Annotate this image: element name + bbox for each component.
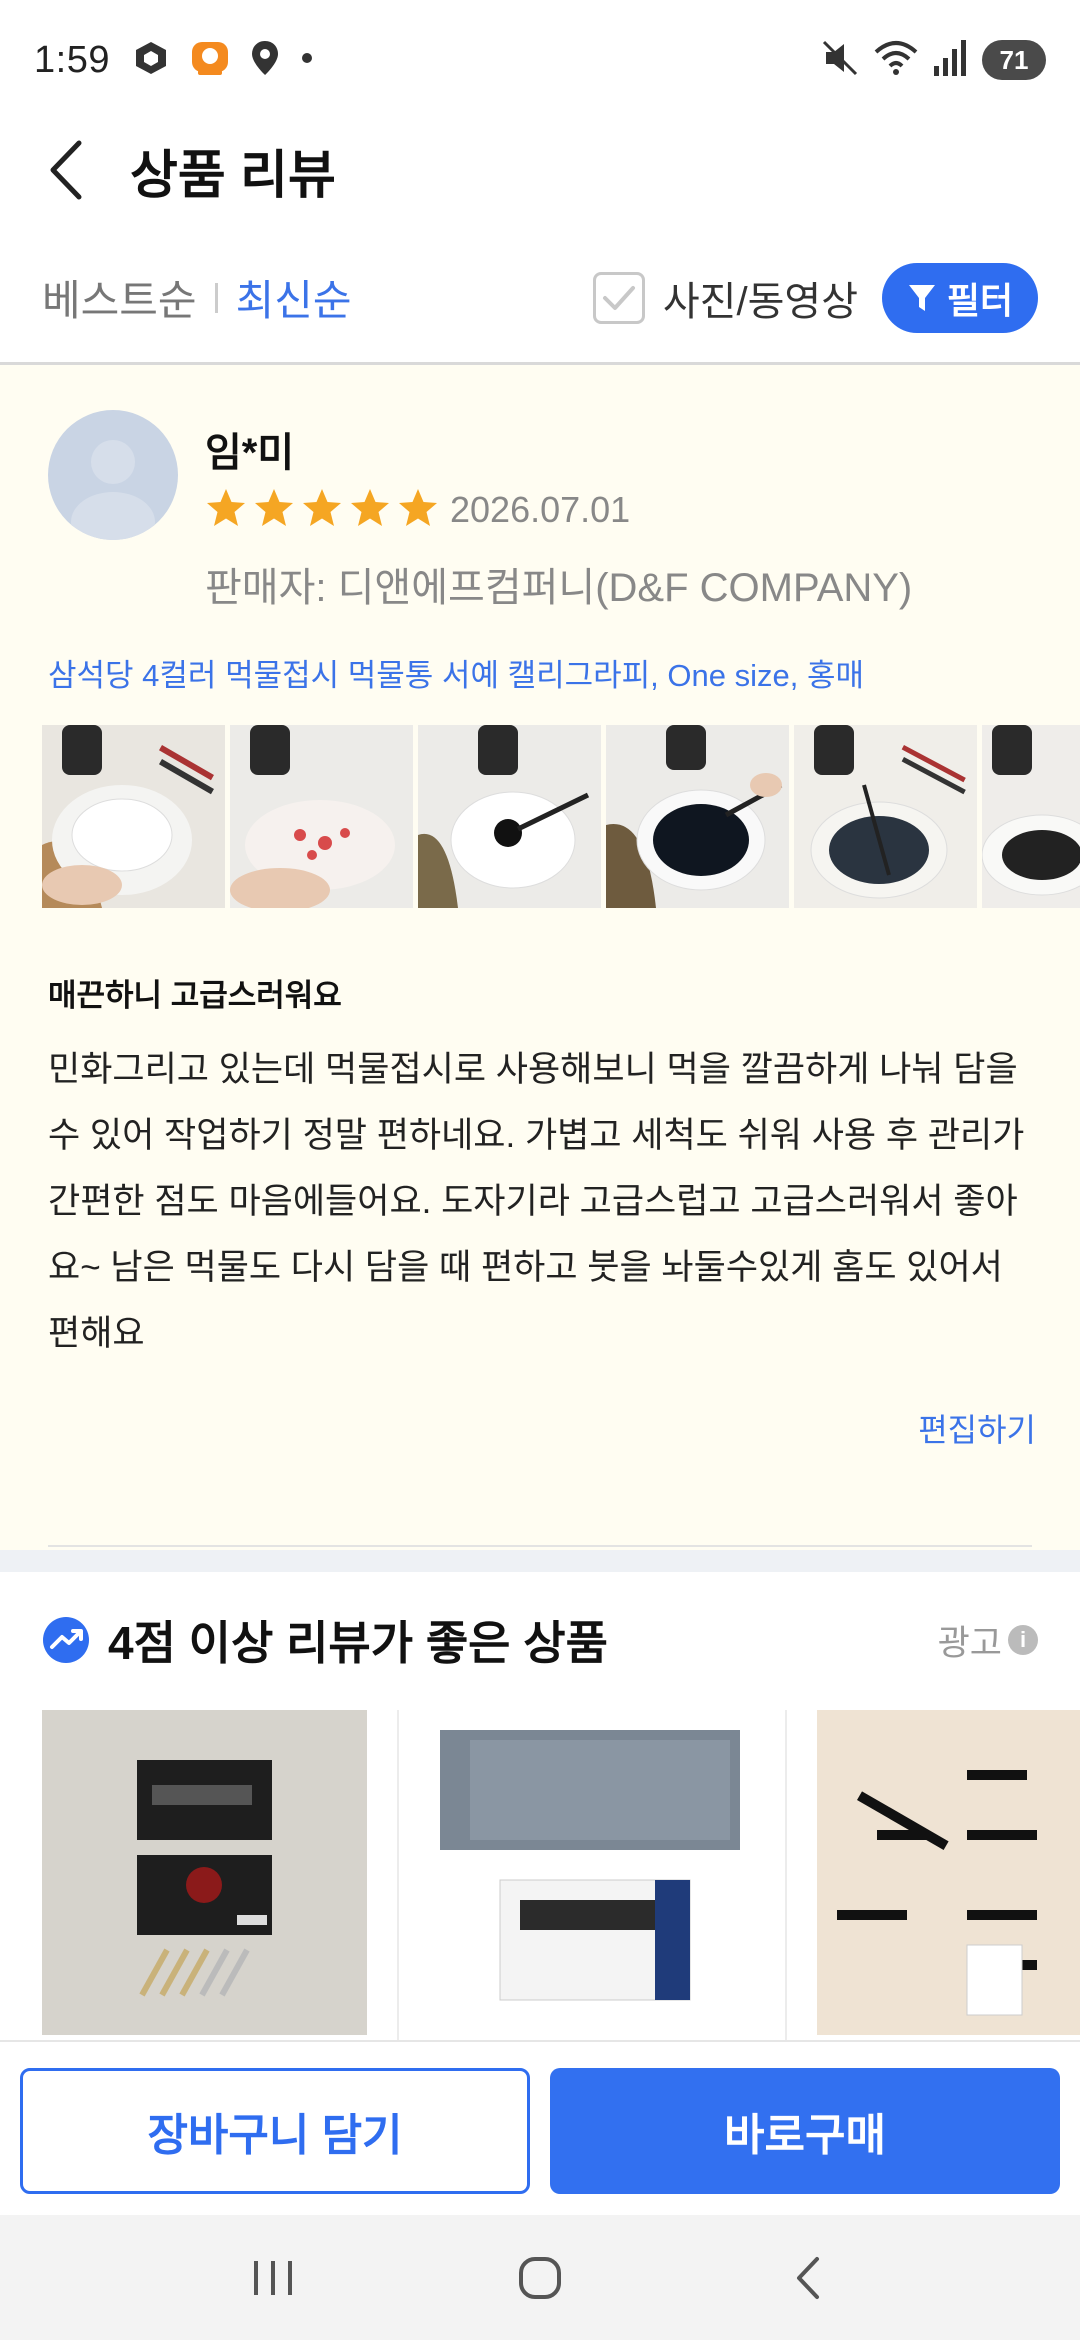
app-cube-icon bbox=[132, 39, 170, 82]
review-date: 2026.07.01 bbox=[450, 489, 631, 530]
product-image bbox=[817, 1710, 1080, 2035]
review-author: 임*미 bbox=[205, 431, 295, 475]
product-option-link[interactable]: 삼석당 4컬러 먹물접시 먹물통 서예 캘리그라피, One size, 홍매 bbox=[48, 650, 864, 695]
recent-apps-button[interactable] bbox=[223, 2238, 323, 2318]
review-photo[interactable] bbox=[418, 725, 601, 908]
avatar bbox=[48, 410, 178, 540]
rating-stars bbox=[205, 487, 439, 529]
recent-apps-icon bbox=[254, 2260, 293, 2295]
recommended-products bbox=[0, 1710, 1080, 2040]
review-photo[interactable] bbox=[794, 725, 977, 908]
seller-name: 판매자: 디앤에프컴퍼니(D&F COMPANY) bbox=[205, 566, 913, 610]
star-icon bbox=[207, 489, 245, 526]
user-silhouette-icon bbox=[71, 440, 155, 540]
filter-label: 필터 bbox=[946, 279, 1014, 321]
home-icon bbox=[518, 2256, 561, 2299]
star-icon bbox=[303, 489, 341, 526]
section-gap bbox=[0, 1550, 1080, 1572]
mute-icon bbox=[820, 38, 860, 83]
funnel-icon bbox=[908, 284, 935, 311]
product-card[interactable] bbox=[42, 1710, 367, 2035]
divider bbox=[48, 1545, 1032, 1547]
check-icon bbox=[602, 285, 635, 310]
review-photo-strip[interactable] bbox=[42, 725, 1080, 910]
top-app-bar: 상품 리뷰 bbox=[0, 120, 1080, 220]
location-icon bbox=[250, 39, 280, 82]
back-button[interactable] bbox=[40, 135, 90, 205]
product-card[interactable] bbox=[817, 1710, 1080, 2035]
app-notification-icon bbox=[190, 38, 230, 83]
page-title: 상품 리뷰 bbox=[130, 146, 336, 205]
review-body: 민화그리고 있는데 먹물접시로 사용해보니 먹을 깔끔하게 나눠 담을 수 있어… bbox=[48, 1050, 1025, 1353]
review-title: 매끈하니 고급스러워요 bbox=[48, 978, 342, 1013]
photo-video-filter[interactable]: 사진/동영상 bbox=[592, 269, 858, 327]
back-icon bbox=[796, 2256, 819, 2299]
product-card[interactable] bbox=[430, 1710, 755, 2035]
photo-video-checkbox[interactable] bbox=[592, 271, 645, 324]
trending-up-icon bbox=[43, 1617, 89, 1663]
chevron-left-icon bbox=[50, 140, 82, 200]
product-image bbox=[42, 1710, 367, 2035]
review-photo[interactable] bbox=[982, 725, 1080, 908]
ad-label[interactable]: 광고 i bbox=[938, 1615, 1038, 1666]
review-photo[interactable] bbox=[230, 725, 413, 908]
sort-bar: 베스트순 최신순 사진/동영상 필터 bbox=[0, 250, 1080, 345]
sort-best-tab[interactable]: 베스트순 bbox=[42, 267, 197, 328]
divider bbox=[785, 1710, 787, 2040]
buy-now-button[interactable]: 바로구매 bbox=[550, 2068, 1060, 2194]
battery-indicator: 71 bbox=[982, 40, 1046, 80]
recommended-header: 4점 이상 리뷰가 좋은 상품 광고 i bbox=[0, 1600, 1080, 1680]
photo-video-label: 사진/동영상 bbox=[662, 279, 858, 324]
dot-icon bbox=[300, 51, 314, 70]
ad-text: 광고 bbox=[937, 1623, 1002, 1663]
status-bar: 1:59 71 bbox=[0, 0, 1080, 120]
wifi-icon bbox=[874, 38, 918, 83]
product-image bbox=[430, 1710, 755, 2035]
star-icon bbox=[399, 489, 437, 526]
edit-review-link[interactable]: 편집하기 bbox=[918, 1405, 1036, 1451]
home-button[interactable] bbox=[490, 2238, 590, 2318]
sort-divider bbox=[214, 282, 218, 313]
bottom-action-bar: 장바구니 담기 바로구매 bbox=[0, 2040, 1080, 2215]
review-photo[interactable] bbox=[606, 725, 789, 908]
product-review-screen: 1:59 71 상품 리뷰 베스트순 최신순 사진/동영상 필터 임*미 202… bbox=[0, 0, 1080, 2340]
filter-button[interactable]: 필터 bbox=[882, 262, 1038, 333]
signal-icon bbox=[932, 38, 968, 83]
system-nav-bar bbox=[0, 2215, 1080, 2340]
star-icon bbox=[255, 489, 293, 526]
star-icon bbox=[351, 489, 389, 526]
recommended-title: 4점 이상 리뷰가 좋은 상품 bbox=[108, 1617, 608, 1669]
back-nav-button[interactable] bbox=[757, 2238, 857, 2318]
review-photo[interactable] bbox=[42, 725, 225, 908]
review-card: 임*미 2026.07.01 판매자: 디앤에프컴퍼니(D&F COMPANY)… bbox=[0, 365, 1080, 1550]
status-time: 1:59 bbox=[34, 38, 110, 81]
add-to-cart-button[interactable]: 장바구니 담기 bbox=[20, 2068, 530, 2194]
info-icon[interactable]: i bbox=[1008, 1625, 1038, 1655]
divider bbox=[397, 1710, 399, 2040]
sort-newest-tab[interactable]: 최신순 bbox=[236, 267, 352, 328]
